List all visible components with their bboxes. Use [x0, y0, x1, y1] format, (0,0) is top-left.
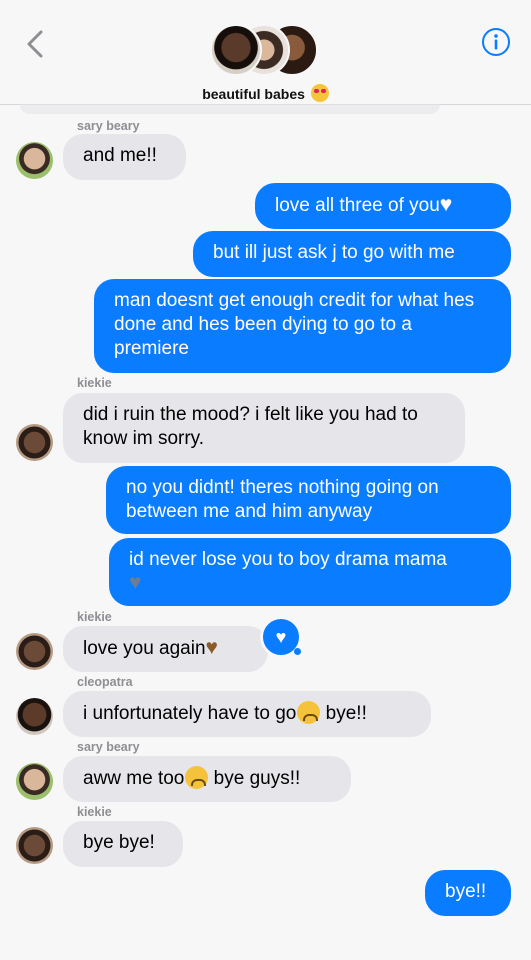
avatar[interactable]: [16, 698, 53, 735]
avatar[interactable]: [16, 763, 53, 800]
info-icon: [482, 28, 510, 56]
sender-label: kiekie: [77, 376, 112, 390]
message-bubble[interactable]: bye!!: [425, 870, 511, 916]
message-text: but ill just ask j to go with me: [213, 242, 455, 263]
slightly-frowning-face-icon: [185, 766, 209, 789]
avatar: [210, 24, 262, 76]
message-bubble[interactable]: aww me too bye guys!!: [63, 756, 351, 802]
message-text: no you didnt! theres nothing going on be…: [126, 477, 439, 522]
message-text: man doesnt get enough credit for what he…: [114, 290, 475, 359]
message-bubble[interactable]: man doesnt get enough credit for what he…: [94, 279, 511, 373]
message-text: bye!!: [320, 703, 367, 724]
message-text: bye!!: [445, 881, 487, 902]
message-text: and me!!: [83, 145, 157, 166]
back-button[interactable]: [20, 26, 50, 62]
message-text: did i ruin the mood? i felt like you had…: [83, 404, 418, 449]
group-avatars[interactable]: [210, 24, 320, 78]
sender-label: kiekie: [77, 805, 112, 819]
chevron-left-icon: [27, 30, 43, 58]
message-text: bye bye!: [83, 832, 155, 853]
message-text: love you again: [83, 638, 206, 659]
message-text: id never lose you to boy drama mama: [129, 549, 447, 570]
info-button[interactable]: [481, 27, 511, 57]
message-bubble[interactable]: id never lose you to boy drama mama ♥: [109, 538, 511, 606]
message-bubble[interactable]: bye bye!: [63, 821, 183, 867]
message-bubble[interactable]: love all three of you♥: [255, 183, 511, 229]
message-text: bye guys!!: [208, 768, 301, 789]
reaction-tail: [294, 648, 301, 655]
avatar[interactable]: [16, 142, 53, 179]
group-name[interactable]: beautiful babes: [0, 84, 531, 102]
message-bubble[interactable]: did i ruin the mood? i felt like you had…: [63, 393, 465, 463]
sender-label: kiekie: [77, 610, 112, 624]
message-text: love all three of you: [275, 195, 440, 216]
message-bubble[interactable]: no you didnt! theres nothing going on be…: [106, 466, 511, 534]
avatar[interactable]: [16, 827, 53, 864]
sender-label: cleopatra: [77, 675, 133, 689]
brown-heart-icon: ♥: [205, 636, 219, 659]
avatar[interactable]: [16, 633, 53, 670]
message-bubble[interactable]: but ill just ask j to go with me: [193, 231, 511, 277]
grey-heart-icon: ♥: [129, 571, 142, 594]
conversation-header: beautiful babes: [0, 0, 531, 105]
previous-message-edge: [20, 104, 440, 114]
message-text: i unfortunately have to go: [83, 703, 297, 724]
message-bubble[interactable]: i unfortunately have to go bye!!: [63, 691, 431, 737]
sender-label: sary beary: [77, 119, 140, 133]
group-name-text: beautiful babes: [202, 86, 305, 102]
reaction-tail: [288, 643, 292, 647]
avatar[interactable]: [16, 424, 53, 461]
message-text: aww me too: [83, 768, 185, 789]
sender-label: sary beary: [77, 740, 140, 754]
heart-eyes-emoji-icon: [310, 84, 329, 102]
message-bubble[interactable]: love you again♥: [63, 626, 268, 672]
frowning-face-icon: [297, 701, 321, 724]
white-heart-icon: ♥: [439, 193, 453, 216]
message-bubble[interactable]: and me!!: [63, 134, 186, 180]
